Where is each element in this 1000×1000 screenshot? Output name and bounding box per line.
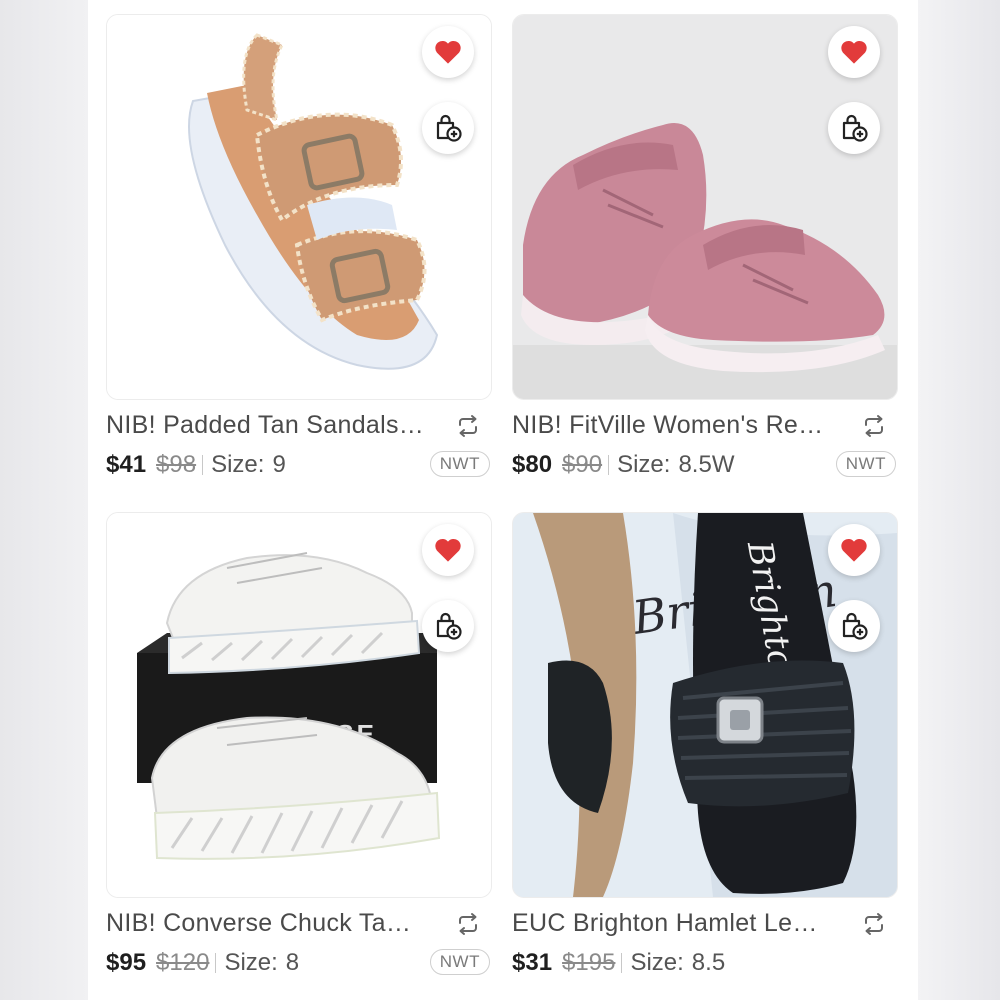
- heart-icon: [435, 40, 461, 64]
- size-label: Size:: [630, 949, 684, 976]
- add-to-bundle-button[interactable]: [828, 102, 880, 154]
- repost-icon: [459, 415, 477, 437]
- current-price: $31: [512, 949, 553, 976]
- listing-title[interactable]: EUC Brighton Hamlet Le…: [512, 905, 842, 941]
- bag-plus-icon: [436, 612, 462, 640]
- bag-plus-icon: [842, 612, 868, 640]
- add-to-bundle-button[interactable]: [422, 600, 474, 652]
- heart-icon: [435, 538, 461, 562]
- nwt-badge: NWT: [429, 949, 490, 975]
- size-value: 8: [285, 949, 300, 976]
- price-row: $31 $195 Size: 8.5: [512, 945, 896, 981]
- divider: [215, 953, 217, 973]
- bag-plus-icon: [436, 114, 462, 142]
- nwt-badge: NWT: [429, 451, 490, 477]
- heart-icon: [841, 40, 867, 64]
- like-button[interactable]: [828, 524, 880, 576]
- share-button[interactable]: [860, 910, 888, 938]
- original-price: $120: [156, 949, 210, 976]
- nwt-badge: NWT: [835, 451, 896, 477]
- size-value: 9: [272, 451, 286, 478]
- size-value: 8.5: [691, 949, 726, 976]
- size-label: Size:: [211, 451, 265, 478]
- original-price: $98: [156, 451, 197, 478]
- add-to-bundle-button[interactable]: [828, 600, 880, 652]
- current-price: $80: [512, 451, 553, 478]
- current-price: $95: [106, 949, 147, 976]
- listing-title[interactable]: NIB! FitVille Women's Re…: [512, 407, 842, 443]
- left-background-edge: [0, 0, 88, 1000]
- like-button[interactable]: [828, 26, 880, 78]
- repost-icon: [865, 415, 883, 437]
- divider: [202, 455, 204, 475]
- share-button[interactable]: [860, 412, 888, 440]
- like-button[interactable]: [422, 26, 474, 78]
- listing-title[interactable]: NIB! Converse Chuck Ta…: [106, 905, 436, 941]
- repost-icon: [865, 913, 883, 935]
- size-label: Size:: [224, 949, 278, 976]
- like-button[interactable]: [422, 524, 474, 576]
- listing-title[interactable]: NIB! Padded Tan Sandals…: [106, 407, 436, 443]
- size-value: 8.5W: [678, 451, 735, 478]
- share-button[interactable]: [454, 412, 482, 440]
- share-button[interactable]: [454, 910, 482, 938]
- repost-icon: [459, 913, 477, 935]
- listing-grid: NIB! Padded Tan Sandals… $41 $98 Size: 9…: [88, 0, 918, 1000]
- original-price: $195: [562, 949, 616, 976]
- right-background-edge: [918, 0, 1000, 1000]
- bag-plus-icon: [842, 114, 868, 142]
- original-price: $90: [562, 451, 603, 478]
- current-price: $41: [106, 451, 147, 478]
- divider: [621, 953, 623, 973]
- add-to-bundle-button[interactable]: [422, 102, 474, 154]
- size-label: Size:: [617, 451, 671, 478]
- divider: [608, 455, 610, 475]
- heart-icon: [841, 538, 867, 562]
